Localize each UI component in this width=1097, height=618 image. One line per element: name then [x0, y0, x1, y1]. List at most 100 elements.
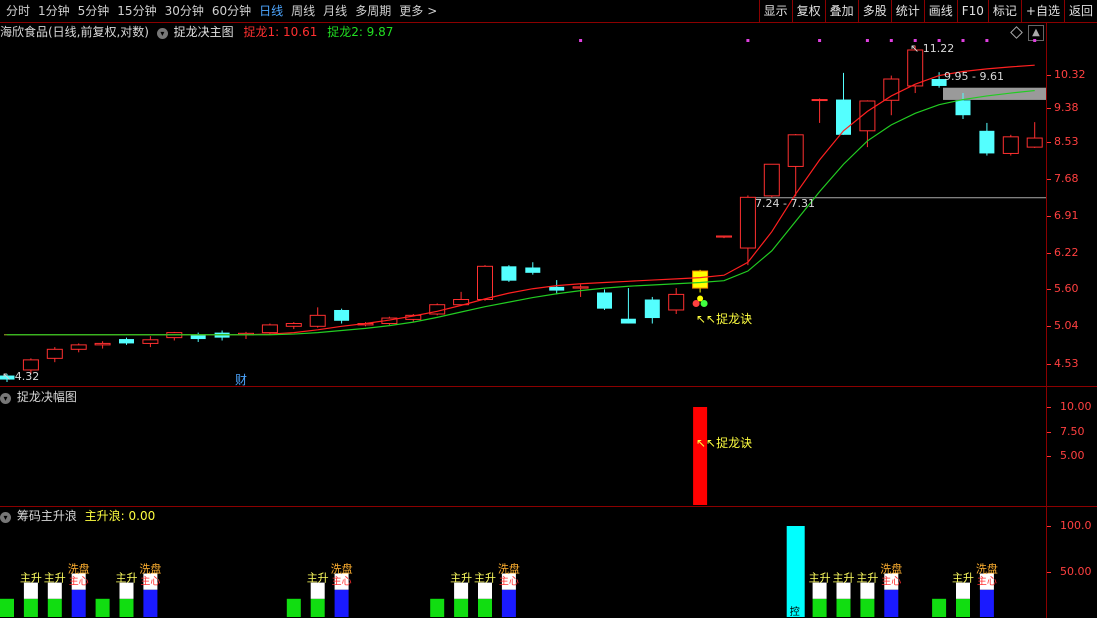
y-tick-label: 100.0	[1060, 519, 1092, 532]
chip-bar-white[interactable]	[478, 582, 492, 599]
chip-bar-green[interactable]	[286, 598, 301, 617]
candle-body[interactable]	[907, 49, 924, 87]
candle-body[interactable]	[979, 130, 995, 154]
chip-bar-white[interactable]	[23, 582, 38, 599]
candle-body[interactable]	[597, 292, 612, 309]
y-tick-label: 6.91	[1054, 208, 1079, 222]
candle-body[interactable]	[525, 267, 541, 273]
chip-label-xipan: 洗盘	[498, 562, 520, 576]
candle-body[interactable]	[334, 309, 350, 321]
chip-label-xipan: 洗盘	[880, 562, 902, 576]
chip-bar-green[interactable]	[454, 598, 469, 617]
chip-bar-blue[interactable]	[71, 589, 86, 617]
signal-dot	[692, 299, 700, 307]
candle-body[interactable]	[309, 314, 326, 327]
chip-bar-white[interactable]	[860, 582, 875, 599]
candle-body[interactable]	[883, 78, 900, 101]
chip-label-zhuxin: 主心	[977, 576, 997, 588]
candle-body[interactable]	[716, 235, 732, 238]
chip-bar-green[interactable]	[119, 598, 134, 617]
candle-body[interactable]	[692, 270, 709, 289]
candle-body[interactable]	[549, 286, 565, 291]
candle-body[interactable]	[739, 196, 756, 249]
candle-body[interactable]	[811, 99, 828, 102]
chip-bar-cyan[interactable]	[786, 526, 805, 617]
candle-body[interactable]	[477, 265, 493, 301]
line1-series	[7, 64, 1035, 336]
toolbar-button[interactable]: 返回	[1063, 0, 1097, 22]
candle-body[interactable]	[620, 318, 636, 324]
candle-body[interactable]	[119, 339, 134, 344]
candle-body[interactable]	[94, 342, 111, 346]
candle-body[interactable]	[261, 324, 278, 334]
chip-bar-blue[interactable]	[143, 589, 158, 617]
chip-bar-green[interactable]	[0, 598, 14, 617]
range-upper-annotation: 9.95 - 9.61	[944, 70, 1004, 83]
y-tick-mark	[1047, 178, 1051, 180]
candle-body[interactable]	[46, 348, 63, 359]
y-tick-label: 9.38	[1054, 101, 1079, 115]
chip-label-zhuxin: 主心	[499, 576, 519, 588]
chip-bar-green[interactable]	[23, 598, 38, 617]
candle-body[interactable]	[190, 334, 206, 340]
y-tick-mark	[1047, 431, 1051, 433]
chip-label-zhuxin: 主心	[69, 576, 89, 588]
chip-label-zhusheng: 主升	[833, 572, 855, 585]
chip-bar-white[interactable]	[812, 582, 827, 599]
y-tick-mark	[1047, 571, 1051, 573]
candle-body[interactable]	[955, 100, 971, 116]
chip-bar-green[interactable]	[956, 598, 970, 617]
candle-body[interactable]	[668, 293, 685, 311]
magenta-marker	[889, 39, 893, 42]
magenta-marker	[746, 39, 750, 42]
y-tick-mark	[1047, 326, 1051, 328]
y-tick-label: 7.50	[1060, 424, 1085, 438]
candle-body[interactable]	[787, 134, 804, 167]
magenta-marker	[961, 39, 965, 42]
candle-body[interactable]	[644, 299, 660, 319]
chip-bar-white[interactable]	[310, 582, 325, 599]
range-band-upper	[943, 87, 1046, 100]
amplitude-bar[interactable]	[693, 407, 708, 505]
magenta-marker	[865, 39, 869, 42]
chip-bar-green[interactable]	[932, 598, 947, 617]
chip-bar-white[interactable]	[47, 582, 62, 599]
candle-body[interactable]	[1026, 137, 1043, 148]
chip-bar-green[interactable]	[310, 598, 325, 617]
chip-bar-green[interactable]	[95, 598, 110, 617]
y-tick-mark	[1047, 363, 1051, 365]
chip-label-zhusheng: 主升	[856, 572, 878, 585]
chip-bar-green[interactable]	[836, 598, 851, 617]
chip-bar-green[interactable]	[478, 598, 492, 617]
chip-bar-blue[interactable]	[979, 589, 994, 617]
chip-label-zhusheng: 主升	[307, 572, 329, 585]
candle-body[interactable]	[763, 163, 780, 197]
chip-bar-white[interactable]	[956, 582, 970, 599]
candle-body[interactable]	[142, 339, 159, 344]
candle-body[interactable]	[285, 323, 302, 327]
candle-body[interactable]	[70, 344, 87, 350]
chip-bar-green[interactable]	[430, 598, 445, 617]
chip-bar-white[interactable]	[836, 582, 851, 599]
chip-bar-white[interactable]	[119, 582, 134, 599]
chip-bar-green[interactable]	[812, 598, 827, 617]
chip-bar-green[interactable]	[47, 598, 62, 617]
candle-body[interactable]	[501, 266, 517, 281]
y-tick-mark	[1047, 252, 1051, 254]
chip-bar-blue[interactable]	[884, 589, 899, 617]
chip-bar-blue[interactable]	[334, 589, 349, 617]
magenta-marker	[985, 39, 989, 42]
signal-dot	[700, 299, 708, 307]
cai-marker[interactable]: 财	[235, 373, 247, 387]
candle-body[interactable]	[572, 286, 589, 289]
chip-bar-green[interactable]	[860, 598, 875, 617]
kline-chart[interactable]: 主升 主升洗盘主心 主升洗盘主心 主升洗盘主心 主升 主升洗盘主心控主升 主升 主升洗盘主心主…	[0, 0, 1046, 618]
candle-body[interactable]	[836, 99, 851, 135]
candle-body[interactable]	[1002, 136, 1019, 154]
chip-bar-white[interactable]	[454, 582, 469, 599]
candle-body[interactable]	[22, 359, 39, 371]
y-tick-label: 10.32	[1054, 67, 1086, 81]
chip-label-zhusheng: 主升	[44, 572, 66, 585]
chip-label-zhuxin: 主心	[332, 576, 352, 588]
chip-bar-blue[interactable]	[501, 589, 516, 617]
